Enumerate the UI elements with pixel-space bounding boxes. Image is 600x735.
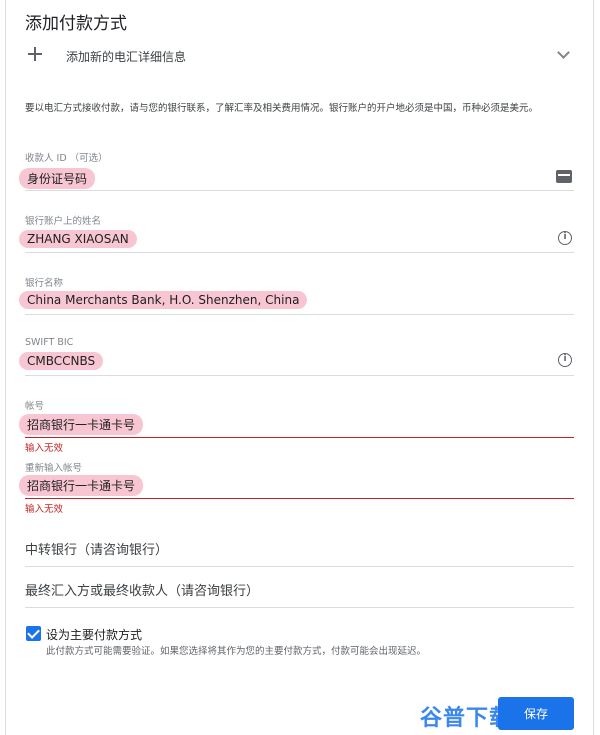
- card-icon: [556, 170, 572, 183]
- add-wire-details-label: 添加新的电汇详细信息: [66, 50, 187, 64]
- wire-notice-text: 要以电汇方式接收付款，请与您的银行联系，了解汇率及相关费用情况。银行账户的开户地…: [25, 103, 539, 114]
- account-number-confirm-error: 输入无效: [25, 504, 64, 515]
- account-number-value[interactable]: 招商银行一卡通卡号: [19, 414, 144, 435]
- account-number-confirm-field[interactable]: 重新输入帐号 招商银行一卡通卡号: [19, 460, 574, 499]
- bank-name-value[interactable]: China Merchants Bank, H.O. Shenzhen, Chi…: [19, 291, 308, 309]
- payee-id-field[interactable]: 收款人 ID （可选） 身份证号码: [19, 150, 574, 191]
- account-name-field[interactable]: 银行账户上的姓名 ZHANG XIAOSAN i: [19, 213, 574, 253]
- intermediary-bank-row[interactable]: 中转银行（请咨询银行）: [25, 539, 574, 567]
- payee-id-label: 收款人 ID （可选）: [25, 153, 108, 164]
- payee-id-value[interactable]: 身份证号码: [19, 168, 96, 189]
- add-wire-details-row[interactable]: 添加新的电汇详细信息: [24, 44, 576, 74]
- account-name-value[interactable]: ZHANG XIAOSAN: [19, 230, 137, 248]
- plus-icon: [26, 45, 44, 63]
- bank-name-field[interactable]: 银行名称 China Merchants Bank, H.O. Shenzhen…: [19, 275, 574, 315]
- info-icon[interactable]: i: [558, 231, 572, 245]
- account-number-confirm-value[interactable]: 招商银行一卡通卡号: [19, 475, 144, 496]
- primary-payment-checkbox[interactable]: [26, 626, 41, 641]
- account-name-label: 银行账户上的姓名: [25, 216, 102, 227]
- account-number-confirm-label: 重新输入帐号: [25, 463, 83, 474]
- watermark-logo: 谷普下载: [420, 706, 513, 731]
- swift-value[interactable]: CMBCCNBS: [19, 352, 104, 370]
- page-title: 添加付款方式: [25, 14, 127, 34]
- primary-payment-help: 此付款方式可能需要验证。如果您选择将其作为您的主要付款方式，付款可能会出现延迟。: [46, 646, 427, 657]
- chevron-down-icon[interactable]: [557, 46, 570, 59]
- final-beneficiary-row[interactable]: 最终汇入方或最终收款人（请咨询银行）: [25, 580, 574, 608]
- account-number-field[interactable]: 帐号 招商银行一卡通卡号: [19, 398, 574, 438]
- primary-payment-label[interactable]: 设为主要付款方式: [46, 626, 142, 643]
- info-icon[interactable]: i: [558, 353, 572, 367]
- swift-field[interactable]: SWIFT BIC CMBCCNBS i: [19, 337, 574, 376]
- bank-name-label: 银行名称: [25, 278, 64, 289]
- account-number-label: 帐号: [25, 401, 45, 412]
- account-number-error: 输入无效: [25, 443, 64, 454]
- swift-label: SWIFT BIC: [25, 337, 74, 348]
